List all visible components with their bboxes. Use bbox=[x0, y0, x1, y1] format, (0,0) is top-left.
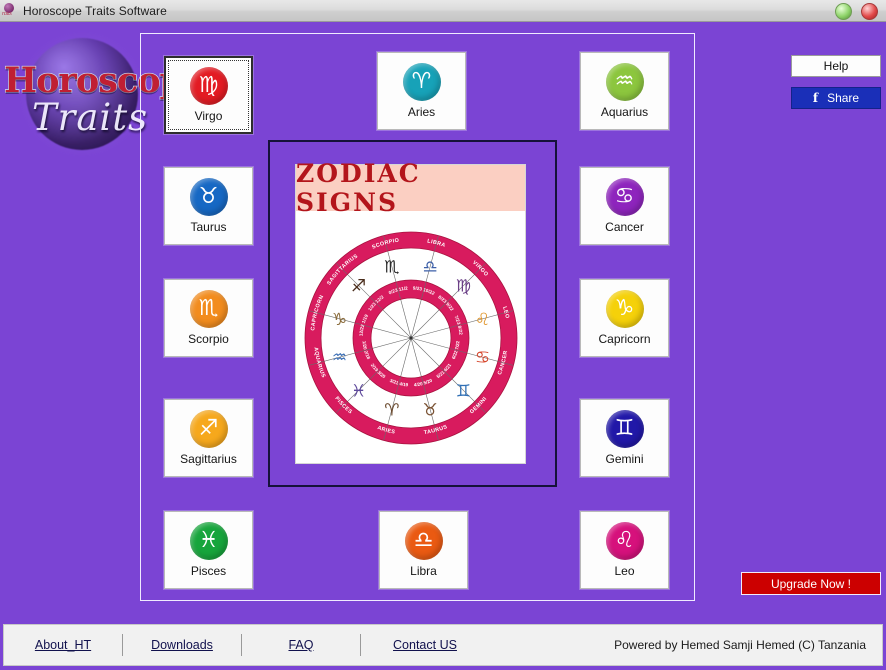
aquarius-icon: ♒ bbox=[605, 63, 644, 101]
cancer-icon: ♋ bbox=[605, 178, 644, 216]
taurus-icon: ♉ bbox=[189, 178, 228, 216]
sign-label: Virgo bbox=[194, 109, 223, 123]
svg-text:♐: ♐ bbox=[351, 277, 366, 297]
sign-button-taurus[interactable]: ♉ Taurus bbox=[164, 167, 253, 245]
virgo-icon: ♍ bbox=[189, 67, 228, 105]
svg-text:♉: ♉ bbox=[422, 400, 437, 420]
sign-label: Leo bbox=[614, 564, 635, 578]
zodiac-wheel-icon: CAPRICORN12/22 1/19♑SAGITTARIUS11/23 12/… bbox=[302, 229, 517, 445]
footer-link-downloads[interactable]: Downloads bbox=[123, 638, 241, 652]
svg-text:♋: ♋ bbox=[474, 348, 489, 368]
window-controls bbox=[835, 3, 878, 20]
sagittarius-icon: ♐ bbox=[189, 410, 228, 448]
sign-label: Pisces bbox=[190, 564, 227, 578]
logo-script: Traits bbox=[32, 96, 149, 139]
sign-label: Libra bbox=[410, 564, 437, 578]
window-title: Horoscope Traits Software bbox=[23, 3, 167, 18]
help-button[interactable]: Help bbox=[791, 55, 881, 77]
facebook-share-button[interactable]: f Share bbox=[791, 87, 881, 109]
app-orb-icon: raits bbox=[2, 2, 18, 19]
sign-label: Aquarius bbox=[600, 105, 649, 119]
title-bar: raits Horoscope Traits Software bbox=[0, 0, 886, 22]
svg-text:♈: ♈ bbox=[384, 400, 399, 420]
sign-label: Sagittarius bbox=[180, 452, 237, 466]
svg-text:♑: ♑ bbox=[331, 310, 346, 330]
libra-icon: ♎ bbox=[404, 522, 443, 560]
footer-links: About_HT Downloads FAQ Contact US bbox=[4, 625, 489, 665]
footer-link-faq[interactable]: FAQ bbox=[242, 638, 360, 652]
sign-button-scorpio[interactable]: ♏ Scorpio bbox=[164, 279, 253, 357]
sign-label: Cancer bbox=[605, 220, 644, 234]
svg-text:♒: ♒ bbox=[331, 348, 346, 368]
sign-label: Aries bbox=[407, 105, 436, 119]
capricorn-icon: ♑ bbox=[605, 290, 644, 328]
sign-label: Capricorn bbox=[598, 332, 651, 346]
sign-label: Scorpio bbox=[188, 332, 229, 346]
pisces-icon: ♓ bbox=[189, 522, 228, 560]
zodiac-wheel-container: CAPRICORN12/22 1/19♑SAGITTARIUS11/23 12/… bbox=[296, 213, 525, 463]
facebook-icon: f bbox=[812, 91, 819, 105]
footer-link-about-ht[interactable]: About_HT bbox=[4, 638, 122, 652]
aries-icon: ♈ bbox=[402, 63, 441, 101]
upgrade-now-button[interactable]: Upgrade Now ! bbox=[741, 572, 881, 595]
gemini-icon: ♊ bbox=[605, 410, 644, 448]
zodiac-image-frame: ZODIAC SIGNS CAPRICORN 12/22 1/19 ♑ SAGITTA… bbox=[268, 140, 557, 487]
sign-button-pisces[interactable]: ♓ Pisces bbox=[164, 511, 253, 589]
sign-button-virgo[interactable]: ♍ Virgo bbox=[164, 56, 253, 134]
leo-icon: ♌ bbox=[605, 522, 644, 560]
sign-button-capricorn[interactable]: ♑ Capricorn bbox=[580, 279, 669, 357]
sign-button-sagittarius[interactable]: ♐ Sagittarius bbox=[164, 399, 253, 477]
svg-text:♊: ♊ bbox=[455, 381, 470, 401]
app-window: raits Horoscope Traits Software Horoscop… bbox=[0, 0, 886, 670]
footer-link-contact-us[interactable]: Contact US bbox=[361, 638, 489, 652]
svg-text:♓: ♓ bbox=[351, 381, 366, 401]
sign-label: Gemini bbox=[605, 452, 644, 466]
sign-button-libra[interactable]: ♎ Libra bbox=[379, 511, 468, 589]
svg-text:♎: ♎ bbox=[422, 258, 437, 278]
svg-text:♌: ♌ bbox=[474, 310, 489, 330]
zodiac-poster: ZODIAC SIGNS CAPRICORN 12/22 1/19 ♑ SAGITTA… bbox=[295, 159, 526, 464]
sign-button-aquarius[interactable]: ♒ Aquarius bbox=[580, 52, 669, 130]
svg-text:♍: ♍ bbox=[455, 277, 470, 297]
zodiac-poster-caption: ZODIAC SIGNS bbox=[296, 159, 525, 217]
sign-button-leo[interactable]: ♌ Leo bbox=[580, 511, 669, 589]
scorpio-icon: ♏ bbox=[189, 290, 228, 328]
svg-text:♏: ♏ bbox=[384, 258, 399, 278]
sign-button-aries[interactable]: ♈ Aries bbox=[377, 52, 466, 130]
minimize-button[interactable] bbox=[835, 3, 852, 20]
close-button[interactable] bbox=[861, 3, 878, 20]
footer-bar: About_HT Downloads FAQ Contact US Powered b… bbox=[3, 624, 883, 666]
powered-by-text: Powered by Hemed Samji Hemed (C) Tanzani… bbox=[614, 638, 866, 652]
sign-button-gemini[interactable]: ♊ Gemini bbox=[580, 399, 669, 477]
sign-label: Taurus bbox=[190, 220, 227, 234]
sign-button-cancer[interactable]: ♋ Cancer bbox=[580, 167, 669, 245]
share-label: Share bbox=[827, 91, 860, 105]
